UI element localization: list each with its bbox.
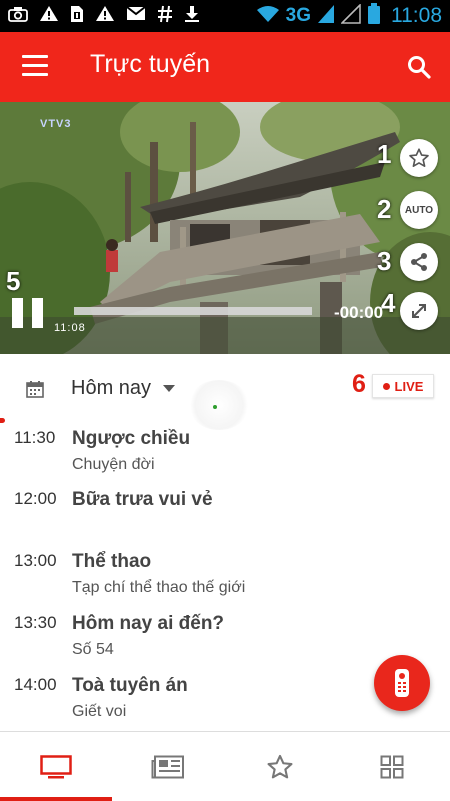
schedule-subtitle: Giết voi (72, 703, 127, 720)
date-selector[interactable]: Hôm nay (71, 377, 151, 400)
pause-button[interactable] (12, 298, 44, 328)
live-dot-icon (382, 382, 390, 390)
loading-spinner (188, 380, 250, 430)
sim-icon (70, 5, 84, 28)
progress-bar[interactable] (74, 307, 312, 315)
news-icon (151, 755, 184, 778)
schedule-subtitle: Chuyện đời (72, 456, 155, 473)
search-button[interactable] (406, 54, 432, 80)
search-icon (408, 56, 431, 79)
remote-icon (395, 669, 409, 697)
camera-icon (8, 6, 28, 27)
grid-icon (380, 755, 404, 778)
download-icon (184, 5, 200, 28)
schedule-title: Bữa trưa vui vẻ (72, 489, 213, 510)
nav-news[interactable] (112, 732, 224, 801)
app-bar: Trực tuyến (0, 32, 450, 102)
live-label: LIVE (394, 378, 424, 394)
calendar-icon (26, 380, 44, 398)
schedule-subtitle: Tạp chí thể thao thế giới (72, 579, 246, 596)
battery-icon (367, 2, 381, 30)
system-icons: 3G 11:08 (256, 0, 442, 32)
share-button[interactable] (400, 243, 438, 281)
fullscreen-button[interactable] (400, 292, 438, 330)
quality-label: AUTO (404, 204, 434, 216)
schedule-title: Thể thao (72, 551, 152, 572)
progress-fill (74, 307, 312, 315)
remote-control-button[interactable] (374, 655, 430, 711)
star-icon (267, 754, 293, 778)
schedule-title: Toà tuyên án (72, 675, 188, 696)
warning-icon (39, 5, 59, 27)
timecode: -00:00 (334, 303, 384, 322)
quality-button[interactable]: AUTO (400, 191, 438, 229)
schedule-time: 13:30 (14, 613, 57, 632)
schedule-time: 13:00 (14, 551, 57, 570)
channel-logo: VTV3 (40, 118, 72, 130)
annotation-4: 4 (381, 288, 396, 318)
notification-icons (8, 0, 200, 32)
signal-icon (317, 4, 335, 29)
nav-more[interactable] (336, 732, 448, 801)
schedule-time: 14:00 (14, 675, 57, 694)
annotation-6: 6 (352, 370, 366, 398)
no-signal-icon (340, 2, 361, 29)
clock: 11:08 (391, 4, 442, 27)
annotation-5: 5 (6, 266, 21, 296)
status-bar: 3G 11:08 (0, 0, 450, 32)
wifi-icon (256, 5, 280, 28)
nav-favorites[interactable] (224, 732, 336, 801)
gmail-icon (126, 6, 146, 26)
warning-icon (95, 5, 115, 27)
schedule-title: Ngược chiều (72, 428, 191, 449)
active-tab-indicator (0, 797, 112, 801)
tv-icon (40, 754, 72, 778)
star-icon (409, 148, 429, 167)
hash-icon (157, 5, 173, 28)
bottom-navigation (0, 731, 450, 801)
schedule-time: 11:30 (14, 428, 56, 447)
annotation-2: 2 (377, 194, 392, 224)
annotation-3: 3 (377, 246, 392, 276)
schedule-title: Hôm nay ai đến? (72, 613, 225, 634)
page-title: Trực tuyến (90, 50, 211, 78)
annotation-1: 1 (377, 139, 392, 169)
network-type: 3G (285, 5, 311, 26)
share-icon (411, 253, 427, 271)
chevron-down-icon[interactable] (163, 385, 175, 392)
schedule-subtitle: Số 54 (72, 641, 114, 658)
expand-icon (412, 304, 426, 318)
nav-tv[interactable] (0, 732, 112, 801)
video-overlay-time: 11:08 (54, 322, 86, 334)
menu-button[interactable] (22, 55, 48, 77)
live-badge[interactable]: LIVE (372, 374, 434, 398)
favorite-button[interactable] (400, 139, 438, 177)
current-marker (0, 418, 5, 423)
schedule-time: 12:00 (14, 489, 57, 508)
